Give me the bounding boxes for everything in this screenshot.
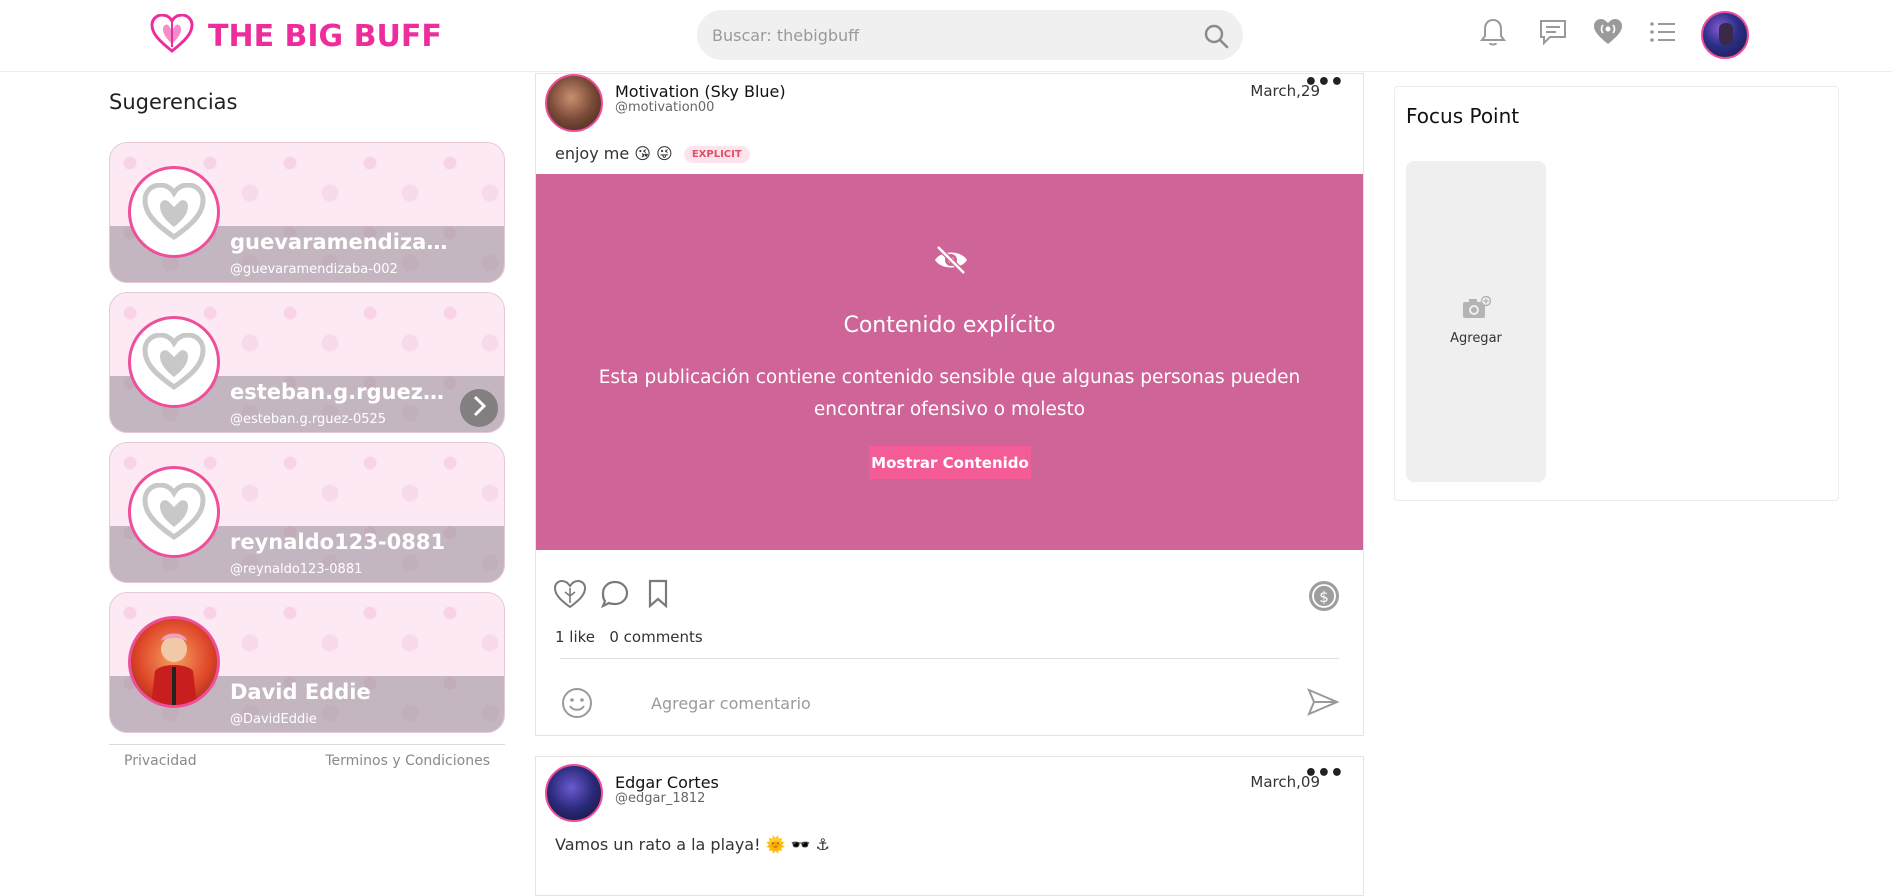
bookmark-icon[interactable] <box>646 579 670 613</box>
post-text: enjoy me 😘 😜 <box>555 144 673 163</box>
comment-count[interactable]: 0 comments <box>609 628 702 646</box>
heart-logo-icon <box>150 13 194 58</box>
feed-post: Motivation (Sky Blue) @motivation00 Marc… <box>535 70 1364 736</box>
list-icon <box>1649 20 1677 48</box>
next-suggestion-button[interactable] <box>460 389 498 427</box>
emoji-icon[interactable] <box>561 687 593 723</box>
post-options-button[interactable]: ••• <box>1304 761 1344 786</box>
suggestion-card[interactable]: reynaldo123-0881 @reynaldo123-0881 <box>109 442 505 583</box>
eye-off-icon <box>933 245 969 279</box>
default-heart-avatar <box>128 166 220 258</box>
suggestion-card[interactable]: esteban.g.rguez-0525 @esteban.g.rguez-05… <box>109 292 505 433</box>
brand-name: THE BIG BUFF <box>208 18 442 54</box>
suggestion-handle: @guevaramendizaba-002 <box>230 262 398 277</box>
add-photo-icon <box>1461 295 1492 324</box>
live-heart-icon <box>1592 18 1624 50</box>
search-icon[interactable] <box>1203 23 1229 53</box>
like-button[interactable] <box>553 579 587 613</box>
explicit-title: Contenido explícito <box>843 313 1056 338</box>
comment-composer <box>536 674 1363 734</box>
comment-divider <box>560 658 1339 659</box>
suggestion-name: David Eddie <box>230 680 371 704</box>
default-heart-avatar <box>128 466 220 558</box>
chevron-right-icon <box>470 395 488 421</box>
terms-link[interactable]: Terminos y Condiciones <box>325 753 490 769</box>
tip-coin-icon[interactable]: $ <box>1307 579 1341 617</box>
post-author-avatar[interactable] <box>545 74 603 132</box>
default-heart-avatar <box>128 316 220 408</box>
photo-avatar <box>128 616 220 708</box>
live-button[interactable] <box>1588 14 1628 54</box>
post-author-avatar[interactable] <box>545 764 603 822</box>
post-options-button[interactable]: ••• <box>1304 70 1344 95</box>
suggestion-card[interactable]: guevaramendizaba-... @guevaramendizaba-0… <box>109 142 505 283</box>
explicit-badge: EXPLICIT <box>683 146 750 163</box>
suggestion-card[interactable]: David Eddie @DavidEddie <box>109 592 505 733</box>
suggestion-name: reynaldo123-0881 <box>230 530 446 554</box>
post-caption: enjoy me 😘 😜 EXPLICIT <box>555 144 750 163</box>
post-text: Vamos un rato a la playa! 🌞 🕶️ ⚓ <box>555 835 830 854</box>
feed-post: Edgar Cortes @edgar_1812 March,09 ••• Va… <box>535 756 1364 896</box>
suggestion-handle: @DavidEddie <box>230 712 317 727</box>
suggestion-handle: @reynaldo123-0881 <box>230 562 363 577</box>
focus-title: Focus Point <box>1406 104 1520 128</box>
brand-logo[interactable]: THE BIG BUFF <box>150 13 442 58</box>
comment-icon[interactable] <box>600 579 630 613</box>
search-input[interactable] <box>712 10 1192 60</box>
post-author-handle: @motivation00 <box>615 100 715 115</box>
show-content-button[interactable]: Mostrar Contenido <box>869 446 1031 479</box>
messages-button[interactable] <box>1533 14 1573 54</box>
explicit-content-overlay: Contenido explícito Esta publicación con… <box>536 174 1363 550</box>
post-author-handle: @edgar_1812 <box>615 791 706 806</box>
suggestion-name: guevaramendizaba-... <box>230 230 450 254</box>
comment-input[interactable] <box>651 686 1271 720</box>
privacy-link[interactable]: Privacidad <box>124 753 197 769</box>
explicit-description: Esta publicación contiene contenido sens… <box>598 367 1301 420</box>
bell-icon <box>1479 17 1507 51</box>
search-bar <box>697 10 1243 60</box>
focus-point-panel: Focus Point Agregar <box>1394 86 1839 501</box>
post-author-name[interactable]: Edgar Cortes <box>615 773 719 792</box>
chat-icon <box>1538 18 1568 50</box>
send-icon[interactable] <box>1307 687 1340 721</box>
post-author-name[interactable]: Motivation (Sky Blue) <box>615 82 786 101</box>
suggestion-handle: @esteban.g.rguez-0525 <box>230 412 387 427</box>
add-focus-button[interactable]: Agregar <box>1406 161 1546 482</box>
svg-text:$: $ <box>1319 588 1329 606</box>
top-bar: THE BIG BUFF <box>0 0 1892 72</box>
profile-avatar[interactable] <box>1701 11 1749 59</box>
menu-button[interactable] <box>1643 14 1683 54</box>
notifications-button[interactable] <box>1473 14 1513 54</box>
sidebar-footer: Privacidad Terminos y Condiciones <box>109 744 505 769</box>
post-stats: 1 like 0 comments <box>555 628 703 646</box>
add-focus-label: Agregar <box>1450 331 1502 346</box>
suggestion-name: esteban.g.rguez-0525 <box>230 380 450 404</box>
like-count[interactable]: 1 like <box>555 628 595 646</box>
suggestions-title: Sugerencias <box>109 90 238 114</box>
